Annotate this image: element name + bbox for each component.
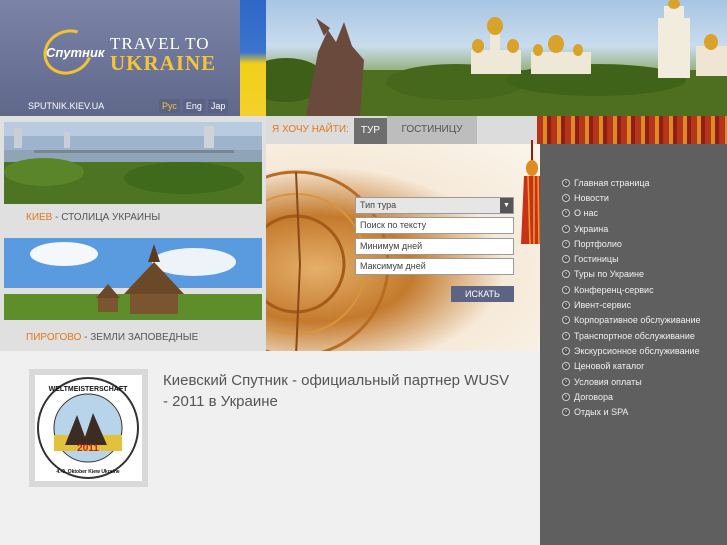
ornament-border — [537, 116, 727, 144]
nav-label: Новости — [574, 192, 609, 203]
nav-item-conference[interactable]: › Конференц-сервис — [562, 282, 701, 297]
nav-item-home[interactable]: › Главная страница — [562, 175, 701, 190]
feature-kyiv-accent: Киев — [26, 212, 53, 223]
tour-type-select[interactable]: Тип тура ▼ — [355, 197, 514, 214]
nav-label: Ивент-сервис — [574, 300, 632, 311]
logo-text[interactable]: Спутник — [46, 45, 105, 60]
chevron-down-icon[interactable]: ▼ — [500, 198, 513, 213]
chevron-right-icon: › — [562, 255, 570, 264]
nav-item-tours[interactable]: › Туры по Украине — [562, 267, 701, 282]
nav-item-excursion[interactable]: › Экскурсионное обслуживание — [562, 343, 701, 358]
ukraine-flag — [240, 0, 266, 116]
nav-item-news[interactable]: › Новости — [562, 190, 701, 205]
feature-kyiv[interactable]: Киев - столица Украины — [0, 116, 266, 232]
feature-pyrohiv-accent: Пирогово — [26, 332, 82, 343]
lang-ru[interactable]: Рус — [159, 99, 180, 113]
nav-label: Портфолио — [574, 238, 622, 249]
language-switcher: Рус Eng Jap — [159, 99, 229, 113]
badge-year: 2011 — [77, 443, 99, 454]
nav-item-about[interactable]: › О нас — [562, 206, 701, 221]
news-title[interactable]: Киевский Спутник - официальный партнер W… — [163, 370, 513, 412]
pyrohiv-photo[interactable] — [4, 238, 262, 320]
nav-item-ukraine[interactable]: › Украина — [562, 221, 701, 236]
chevron-right-icon: › — [562, 346, 570, 355]
nav-label: Ценовой каталог — [574, 361, 645, 372]
chevron-right-icon: › — [562, 178, 570, 187]
nav-item-event[interactable]: › Ивент-сервис — [562, 297, 701, 312]
tab-tour[interactable]: Тур — [354, 118, 387, 144]
badge-bottom: 4.-9. Oktober Kiew Ukraine — [56, 469, 120, 475]
chevron-right-icon: › — [562, 270, 570, 279]
feature-kyiv-text: столица Украины — [61, 212, 161, 223]
chevron-right-icon: › — [562, 316, 570, 325]
feature-pyrohiv-separator: - — [81, 332, 91, 343]
feature-kyiv-caption[interactable]: Киев - столица Украины — [26, 212, 160, 223]
kyiv-photo[interactable] — [4, 122, 262, 204]
nav-label: Конференц-сервис — [574, 284, 654, 295]
nav-label: Договора — [574, 391, 613, 402]
chevron-right-icon: › — [562, 392, 570, 401]
pyrohiv-illustration — [4, 238, 262, 320]
feature-kyiv-separator: - — [52, 212, 62, 223]
hero-photo — [266, 0, 727, 116]
nav-item-transport[interactable]: › Транспортное обслуживание — [562, 328, 701, 343]
nav-label: Гостиницы — [574, 254, 619, 265]
nav-label: Украина — [574, 223, 609, 234]
wusv-badge-icon: 2011 WELTMEISTERSCHAFT 4.-9. Oktober Kie… — [37, 377, 139, 479]
tagline-ukraine: UKRAINE — [110, 51, 217, 75]
nav-item-portfolio[interactable]: › Портфолио — [562, 236, 701, 251]
feature-pyrohiv-caption[interactable]: Пирогово - земли заповедные — [26, 332, 198, 343]
nav-label: О нас — [574, 208, 598, 219]
badge-top: WELTMEISTERSCHAFT — [49, 386, 129, 393]
max-days-input[interactable]: Максимум дней — [355, 258, 514, 275]
feature-pyrohiv[interactable]: Пирогово - земли заповедные — [0, 232, 266, 351]
search-text-input[interactable]: Поиск по тексту — [355, 217, 514, 234]
nav-item-payment[interactable]: › Условия оплаты — [562, 374, 701, 389]
chevron-right-icon: › — [562, 362, 570, 371]
nav-label: Главная страница — [574, 177, 650, 188]
kyiv-illustration — [4, 122, 262, 204]
nav-label: Условия оплаты — [574, 376, 642, 387]
nav-item-contracts[interactable]: › Договора — [562, 389, 701, 404]
nav-item-corporate[interactable]: › Корпоративное обслуживание — [562, 313, 701, 328]
chevron-right-icon: › — [562, 377, 570, 386]
chevron-right-icon: › — [562, 193, 570, 202]
nav-label: Экскурсионное обслуживание — [574, 345, 700, 356]
tour-type-value: Тип тура — [360, 200, 397, 210]
search-tabs-bar: Я хочу найти: Тур Гостиницу — [266, 116, 537, 144]
chevron-right-icon: › — [562, 209, 570, 218]
min-days-input[interactable]: Минимум дней — [355, 238, 514, 255]
chevron-right-icon: › — [562, 408, 570, 417]
brand-header: Спутник TRAVEL TO UKRAINE SPUTNIK.KIEV.U… — [0, 0, 266, 116]
search-panel: Тип тура ▼ Поиск по тексту Минимум дней … — [266, 144, 546, 352]
chevron-right-icon: › — [562, 285, 570, 294]
nav-label: Корпоративное обслуживание — [574, 315, 701, 326]
news-image[interactable]: 2011 WELTMEISTERSCHAFT 4.-9. Oktober Kie… — [29, 369, 148, 487]
nav-label: Транспортное обслуживание — [574, 330, 695, 341]
chevron-right-icon: › — [562, 239, 570, 248]
nav-item-spa[interactable]: › Отдых и SPA — [562, 404, 701, 419]
nav-label: Туры по Украине — [574, 269, 645, 280]
page: Спутник TRAVEL TO UKRAINE SPUTNIK.KIEV.U… — [0, 0, 727, 545]
hero-illustration — [266, 0, 727, 116]
nav-item-hotels[interactable]: › Гостиницы — [562, 251, 701, 266]
nav-label: Отдых и SPA — [574, 407, 629, 418]
tab-hotel[interactable]: Гостиницу — [387, 116, 477, 144]
search-button[interactable]: Искать — [451, 286, 514, 302]
chevron-right-icon: › — [562, 331, 570, 340]
site-domain: SPUTNIK.KIEV.UA — [28, 101, 105, 111]
feature-pyrohiv-text: земли заповедные — [90, 332, 199, 343]
chevron-right-icon: › — [562, 301, 570, 310]
news-section: 2011 WELTMEISTERSCHAFT 4.-9. Oktober Kie… — [0, 351, 540, 545]
chevron-right-icon: › — [562, 224, 570, 233]
sidebar: › Главная страница › Новости › О нас › Украи… — [540, 144, 727, 545]
lang-en[interactable]: Eng — [182, 99, 205, 113]
sidebar-nav: › Главная страница › Новости › О нас › Украи… — [562, 175, 701, 420]
search-label: Я хочу найти: — [272, 124, 349, 135]
nav-item-prices[interactable]: › Ценовой каталог — [562, 359, 701, 374]
lang-jp[interactable]: Jap — [207, 99, 229, 113]
